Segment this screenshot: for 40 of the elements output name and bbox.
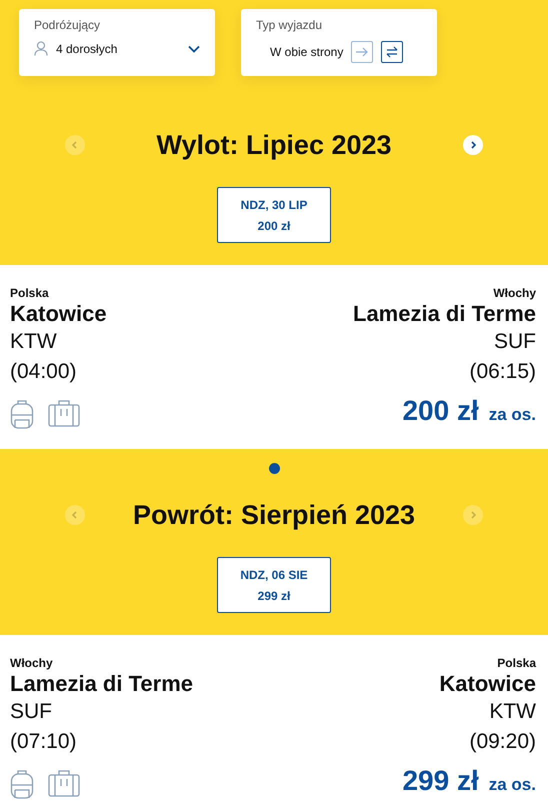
next-month-button[interactable] [462, 135, 483, 155]
date-button[interactable]: NDZ, 06 SIE 299 zł [217, 557, 331, 613]
arrival-time: (09:20) [469, 729, 536, 755]
suitcase-icon [48, 399, 80, 427]
price-unit: za os. [488, 775, 536, 795]
travellers-value: 4 dorosłych [56, 42, 118, 56]
destination-city: Lamezia di Terme [353, 301, 536, 327]
destination-country: Polska [497, 655, 536, 671]
swap-arrows-icon [385, 46, 400, 58]
flight-price: 200 zł [402, 395, 479, 427]
travellers-card[interactable]: Podróżujący 4 dorosłych [19, 9, 215, 76]
backpack-icon [10, 769, 34, 799]
pager-dot[interactable] [268, 463, 280, 474]
origin-country: Włochy [10, 655, 53, 671]
month-title: Wylot: Lipiec 2023 [156, 130, 392, 160]
origin-code: KTW [10, 329, 57, 355]
trip-type-label: Typ wyjazdu [256, 18, 324, 32]
trip-type-button[interactable] [381, 41, 404, 63]
travellers-label: Podróżujący [34, 18, 102, 32]
person-icon [34, 41, 48, 56]
origin-country: Polska [10, 285, 49, 301]
origin-code: SUF [10, 699, 52, 725]
departure-time: (04:00) [10, 359, 77, 385]
destination-code: KTW [489, 699, 536, 725]
destination-country: Włochy [493, 285, 536, 301]
suitcase-icon [48, 769, 80, 797]
destination-code: SUF [494, 329, 536, 355]
month-title: Powrót: Sierpień 2023 [132, 500, 416, 530]
departure-time: (07:10) [10, 729, 77, 755]
origin-city: Katowice [10, 301, 107, 327]
trip-type-value: W obie strony [270, 45, 344, 59]
origin-city: Lamezia di Terme [10, 671, 193, 697]
date-button[interactable]: NDZ, 30 LIP 200 zł [217, 187, 331, 243]
price-unit: za os. [488, 405, 536, 425]
destination-city: Katowice [439, 671, 536, 697]
arrival-time: (06:15) [469, 359, 536, 385]
arrow-right-icon [355, 47, 370, 57]
flight-price: 299 zł [402, 765, 479, 797]
backpack-icon [10, 399, 34, 429]
chevron-down-icon [188, 44, 200, 52]
